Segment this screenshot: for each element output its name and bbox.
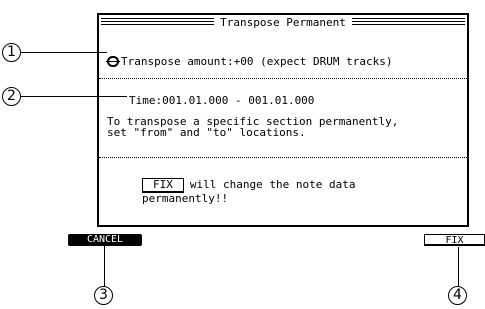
callout-1-leader bbox=[21, 52, 107, 53]
fix-inline-label: FIX bbox=[142, 178, 184, 193]
dialog-title: Transpose Permanent bbox=[214, 15, 352, 30]
value-dial-icon[interactable] bbox=[106, 56, 120, 67]
fix-note: FIX will change the note data bbox=[142, 178, 355, 193]
callout-1: 1 bbox=[2, 43, 21, 62]
transpose-amount-field[interactable]: Transpose amount:+00 (expect DRUM tracks… bbox=[121, 55, 393, 68]
callout-4: 4 bbox=[448, 286, 467, 305]
fix-note-text2: permanently!! bbox=[142, 192, 229, 205]
lcd-screen: Transpose Permanent Transpose amount:+00… bbox=[97, 13, 469, 227]
info-text-line2: set "from" and "to" locations. bbox=[107, 126, 306, 139]
cancel-button[interactable]: CANCEL bbox=[68, 234, 142, 246]
divider bbox=[99, 78, 467, 79]
time-range-field[interactable]: Time:001.01.000 - 001.01.000 bbox=[129, 94, 314, 107]
callout-4-leader bbox=[458, 247, 459, 286]
dialog-title-bar: Transpose Permanent bbox=[101, 15, 465, 30]
fix-note-text1: will change the note data bbox=[189, 178, 356, 191]
callout-3-leader bbox=[104, 246, 105, 286]
callout-2: 2 bbox=[2, 87, 21, 106]
callout-2-leader bbox=[21, 96, 127, 97]
divider bbox=[99, 157, 467, 158]
fix-button[interactable]: FIX bbox=[424, 234, 485, 246]
callout-3: 3 bbox=[94, 286, 113, 305]
